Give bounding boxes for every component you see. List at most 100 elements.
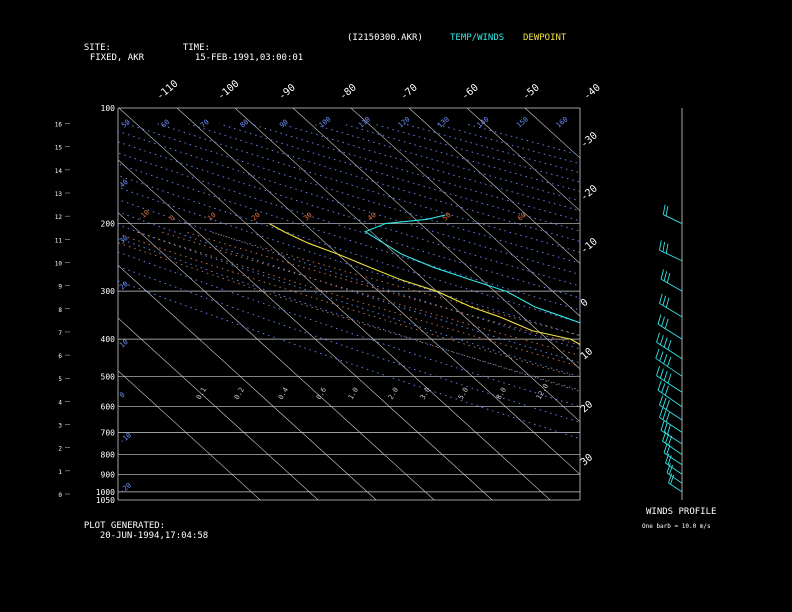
isotherm-top-label: -90 [277,82,298,102]
wind-barb-flag [657,380,662,391]
isotherm-right-label: -30 [579,130,600,150]
dry-adiabat [118,152,580,299]
wind-barb-flag [666,272,671,283]
wind-barb-flag [659,293,663,304]
dry-adiabat [118,141,580,287]
pressure-tick-label: 600 [101,403,116,412]
wind-barb-flag [656,332,661,343]
height-tick-label: 1 [58,469,62,476]
height-tick-label: 13 [55,191,63,198]
isotherm-right-label: 20 [579,399,595,415]
height-tick-label: 3 [58,423,62,430]
generated-value: 20-JUN-1994,17:04:58 [99,531,209,541]
isotherm [234,108,580,423]
isotherm [757,108,792,500]
mixing-ratio-line [643,407,776,500]
wind-barb-flag [664,318,669,329]
wind-barb-flag [667,373,672,384]
isotherm [118,370,261,500]
isotherm-right-label: -10 [579,236,600,256]
wind-barb-flag [665,399,670,410]
theta-e-label: 50 [441,211,453,223]
isotherm [118,317,319,500]
height-tick-label: 14 [55,168,63,175]
wind-barb-flag [657,314,662,325]
wind-barb-flag [655,348,660,359]
mixing-ratio-line [721,407,792,500]
wind-barb-flag [663,337,668,348]
winds-title: WINDS PROFILE [646,507,717,517]
barb-note: One barb = 10.0 m/s [642,523,711,530]
mixing-ratio-label: 5.0 [457,386,470,401]
theta-label: 90 [278,118,290,130]
height-tick-label: 15 [55,145,63,152]
wind-barb-flag [661,383,666,393]
wind-barb-flag [659,407,664,418]
wind-barb-flag [662,241,666,252]
wind-barb-flag [664,385,669,396]
dewpoint-line [269,223,580,345]
wind-barb-flag [667,356,672,367]
isotherm-top-label: -100 [216,78,242,102]
isotherm [118,264,377,500]
height-tick-label: 2 [58,446,62,453]
wind-barb-flag [662,397,667,408]
height-tick-label: 5 [58,376,62,383]
isotherm [583,108,792,500]
wind-barb-flag [659,395,664,406]
height-tick-label: 10 [55,260,63,267]
isotherm [292,108,580,370]
wind-barb-flag [660,269,664,280]
height-tick-label: 9 [58,284,62,291]
wind-barb-flag [663,422,668,433]
wind-barb-flag [662,410,667,420]
pressure-tick-label: 900 [101,470,116,479]
theta-e-label: 0 [168,214,176,223]
theta-label: 120 [397,115,412,129]
moist-adiabat [209,231,580,336]
height-tick-label: 0 [58,492,62,499]
dry-adiabat [118,130,580,275]
height-tick-label: 8 [58,307,62,314]
isotherm-right-label: 0 [579,297,591,309]
theta-label: 110 [357,115,372,129]
wind-barb-flag [663,354,668,364]
wind-barb-flag [661,316,665,327]
theta-label: 80 [239,118,251,130]
theta-label: 30 [118,234,130,246]
isotherm-right-label: 30 [579,452,595,468]
mixing-ratio-line [745,407,792,500]
theta-label: 160 [555,115,570,129]
mixing-ratio-label: 0.1 [195,386,208,401]
wind-barb-flag [662,295,667,306]
dry-adiabat [466,123,580,156]
wind-barb-flag [659,368,664,379]
theta-label: 100 [318,115,333,129]
dry-adiabat [157,123,580,253]
wind-barb-flag [666,444,671,455]
isotherm-right-label: 10 [579,346,595,362]
theta-e-label: 30 [302,211,314,223]
pressure-tick-label: 200 [101,220,116,229]
wind-barb-flag [659,240,662,251]
isotherm [466,108,580,212]
height-tick-label: 7 [58,330,62,337]
theta-label: 10 [118,338,130,350]
mixing-ratio-label: 0.6 [315,386,328,401]
mixing-ratio-label: 0.4 [277,386,290,401]
pressure-tick-label: 100 [101,104,116,113]
dry-adiabat [280,123,580,212]
isotherm-top-label: -70 [399,82,420,102]
wind-barb-flag [656,366,661,376]
dry-adiabat [404,123,580,174]
isotherm-top-label: -40 [582,82,603,102]
wind-barb-flag [665,297,670,308]
theta-label: 0 [118,391,126,400]
wind-barb-flag [665,412,670,423]
height-tick-label: 4 [58,399,62,406]
wind-barb-flag [663,443,668,453]
height-tick-label: 6 [58,353,62,360]
isotherm [699,108,792,500]
isotherm [350,108,580,317]
isotherm-top-label: -60 [460,82,481,102]
